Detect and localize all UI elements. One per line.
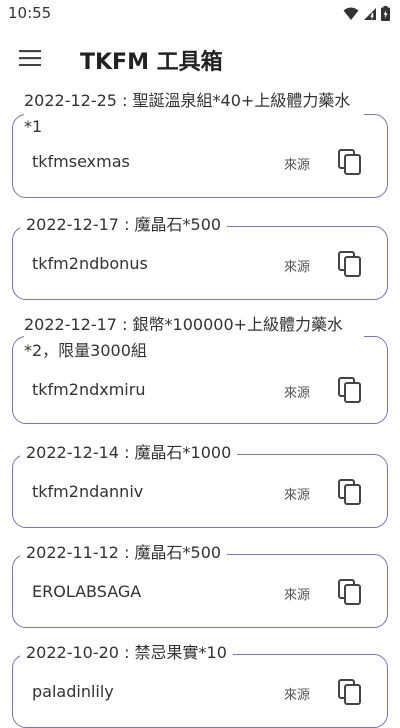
wifi-icon [343,6,359,25]
copy-icon [338,251,361,277]
list-item: 2022-12-17 : 銀幣*100000+上級體力藥水 *2，限量3000組… [0,300,400,428]
copy-icon [338,149,361,175]
copy-button[interactable] [334,248,366,280]
copy-icon [338,579,361,605]
status-icons [343,6,390,25]
code-text[interactable]: tkfm2ndxmiru [32,380,145,399]
source-link[interactable]: 來源 [284,256,310,275]
entry-title: 2022-11-12 : 魔晶石*500 [20,540,228,566]
code-text[interactable]: tkfmsexmas [32,152,130,171]
copy-icon [338,479,361,505]
status-time: 10:55 [8,4,52,22]
source-link[interactable]: 來源 [284,484,310,503]
menu-button[interactable] [14,44,46,72]
copy-button[interactable] [334,476,366,508]
code-text[interactable]: EROLABSAGA [32,582,141,601]
entry-title: 2022-12-14 : 魔晶石*1000 [20,440,238,466]
copy-button[interactable] [334,676,366,708]
copy-button[interactable] [334,146,366,178]
app-bar: TKFM 工具箱 [0,32,400,84]
source-link[interactable]: 來源 [284,684,310,703]
list-item: 2022-11-12 : 魔晶石*500 EROLABSAGA 來源 [0,528,400,628]
code-list: 2022-12-25 : 聖誕溫泉組*40+上級體力藥水 *1 tkfmsexm… [0,84,400,728]
list-item: 2022-12-25 : 聖誕溫泉組*40+上級體力藥水 *1 tkfmsexm… [0,84,400,202]
entry-title: 2022-12-17 : 魔晶石*500 [20,212,228,238]
source-link[interactable]: 來源 [284,584,310,603]
code-text[interactable]: tkfm2ndbonus [32,254,148,273]
list-item: 2022-12-17 : 魔晶石*500 tkfm2ndbonus 來源 [0,202,400,300]
cellular-signal-icon [363,6,377,25]
copy-icon [338,377,361,403]
battery-icon [381,6,390,25]
code-text[interactable]: tkfm2ndanniv [32,482,143,501]
hamburger-menu-icon [19,50,41,66]
status-bar: 10:55 [0,0,400,28]
list-item: 2022-12-14 : 魔晶石*1000 tkfm2ndanniv 來源 [0,428,400,528]
entry-title: 2022-12-17 : 銀幣*100000+上級體力藥水 *2，限量3000組 [24,312,364,364]
entry-title: 2022-12-25 : 聖誕溫泉組*40+上級體力藥水 *1 [24,88,364,140]
copy-button[interactable] [334,374,366,406]
entry-title: 2022-10-20 : 禁忌果實*10 [20,640,233,666]
app-title: TKFM 工具箱 [80,50,223,75]
copy-icon [338,679,361,705]
source-link[interactable]: 來源 [284,154,310,173]
code-text[interactable]: paladinlily [32,682,114,701]
copy-button[interactable] [334,576,366,608]
source-link[interactable]: 來源 [284,382,310,401]
list-item: 2022-10-20 : 禁忌果實*10 paladinlily 來源 [0,628,400,728]
